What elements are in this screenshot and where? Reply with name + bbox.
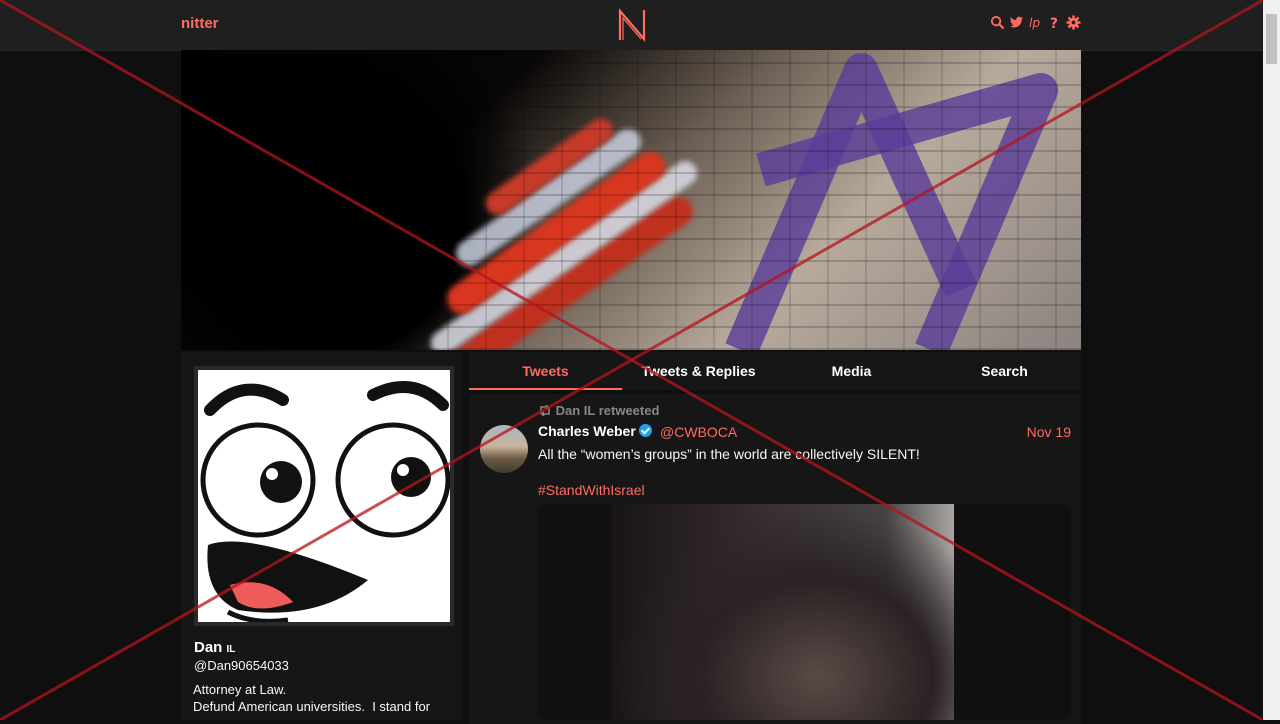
timeline-tabs: Tweets Tweets & Replies Media Search [469,352,1081,390]
svg-text:?: ? [1050,16,1058,30]
scrollbar-thumb[interactable] [1266,14,1277,64]
tab-tweets-replies[interactable]: Tweets & Replies [622,352,775,390]
profile-name: Dan IL [194,639,235,656]
navbar: nitter lp ? [0,0,1263,51]
tweet-hashtag-link[interactable]: #StandWithIsrael [538,482,645,498]
tab-media[interactable]: Media [775,352,928,390]
avatar[interactable] [194,366,454,626]
profile-name-text: Dan [194,639,223,656]
tab-search[interactable]: Search [928,352,1081,390]
profile-banner[interactable] [181,50,1081,350]
nitter-logo-icon[interactable] [617,8,647,42]
tweet-author[interactable]: Charles Weber [538,423,652,439]
nav-icons: lp ? [990,15,1081,33]
verified-icon [638,424,652,437]
retweet-header: Dan IL retweeted [538,403,659,418]
profile-bio-line: Attorney at Law. [193,682,287,697]
profile-name-badge: IL [226,644,236,655]
svg-text:lp: lp [1029,16,1040,30]
banner-wall-texture [181,50,1081,350]
tweet-text: All the “women’s groups” in the world ar… [538,446,920,462]
retweet-icon [540,404,550,417]
brand-link[interactable]: nitter [181,15,219,32]
avatar-image [198,370,451,624]
help-icon[interactable]: ? [1047,15,1062,33]
page-scrollbar[interactable] [1263,0,1280,720]
profile-bio: Attorney at Law. Defund American univers… [193,681,458,715]
profile-bio-line: Defund American universities. I stand fo… [193,699,431,714]
tweet-avatar[interactable] [480,425,528,473]
tweet-date-link[interactable]: Nov 19 [1027,424,1071,440]
tab-tweets[interactable]: Tweets [469,352,622,390]
retweet-label: Dan IL retweeted [555,403,660,418]
settings-icon[interactable] [1066,15,1081,33]
tweet-media[interactable] [538,504,1071,720]
profile-handle[interactable]: @Dan90654033 [194,658,289,673]
tweet-media-image[interactable] [612,504,954,720]
twitter-icon[interactable] [1009,15,1024,33]
search-icon[interactable] [990,15,1005,33]
tweet-author-name[interactable]: Charles Weber [538,423,636,439]
rss-icon[interactable]: lp [1028,15,1043,33]
tweet-author-handle[interactable]: @CWBOCA [660,424,737,440]
